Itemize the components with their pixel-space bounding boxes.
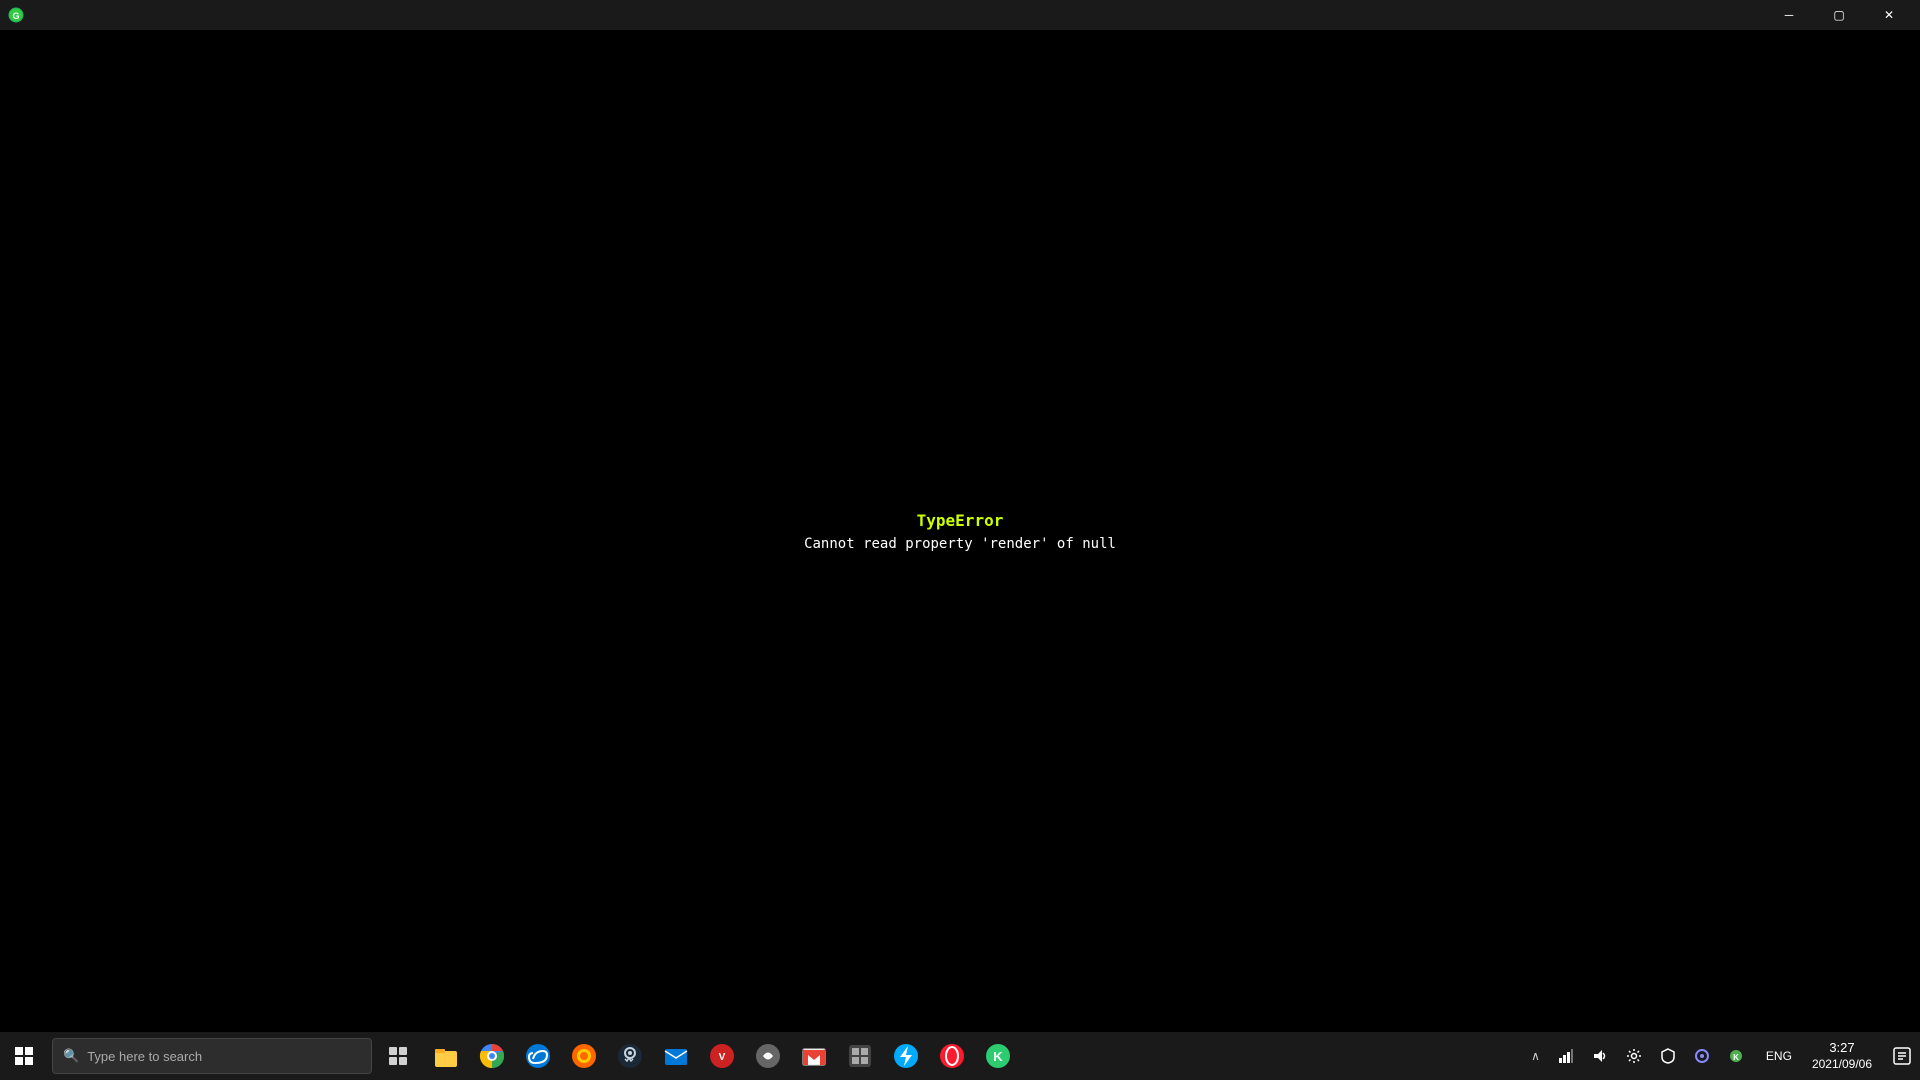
svg-text:V: V: [719, 1052, 726, 1063]
taskbar-icon-app8[interactable]: [746, 1034, 790, 1078]
taskbar-icon-app10[interactable]: [838, 1034, 882, 1078]
windows-icon: [15, 1047, 33, 1065]
clock-area[interactable]: 3:27 2021/09/06: [1800, 1034, 1884, 1078]
lang-text: ENG: [1766, 1049, 1792, 1063]
tray-overflow-button[interactable]: ∧: [1527, 1034, 1544, 1078]
window-controls: ─ ▢ ✕: [1766, 0, 1912, 30]
taskbar-icon-steam[interactable]: [608, 1034, 652, 1078]
title-bar: G ─ ▢ ✕: [0, 0, 1920, 30]
taskbar-icon-protonvpn[interactable]: V: [700, 1034, 744, 1078]
svg-text:K: K: [1733, 1053, 1739, 1062]
clock-date: 2021/09/06: [1812, 1057, 1872, 1073]
error-type-label: TypeError: [804, 511, 1116, 530]
tray-icon-shield[interactable]: [1652, 1034, 1684, 1078]
tray-icon-settings[interactable]: [1618, 1034, 1650, 1078]
taskbar-icon-chrome[interactable]: [470, 1034, 514, 1078]
taskbar-icon-gmail[interactable]: [792, 1034, 836, 1078]
error-message-label: Cannot read property 'render' of null: [804, 536, 1116, 552]
maximize-button[interactable]: ▢: [1816, 0, 1862, 30]
taskbar-icon-edge[interactable]: [516, 1034, 560, 1078]
taskbar-icon-file-explorer[interactable]: [424, 1034, 468, 1078]
search-bar[interactable]: 🔍 Type here to search: [52, 1038, 372, 1074]
search-icon: 🔍: [63, 1048, 79, 1064]
svg-text:K: K: [993, 1049, 1003, 1064]
taskbar-icon-app13[interactable]: K: [976, 1034, 1020, 1078]
close-button[interactable]: ✕: [1866, 0, 1912, 30]
title-bar-left: G: [8, 7, 24, 23]
system-tray: ∧: [1527, 1032, 1920, 1080]
taskbar-icon-mail[interactable]: [654, 1034, 698, 1078]
taskbar: 🔍 Type here to search: [0, 1032, 1920, 1080]
main-content: TypeError Cannot read property 'render' …: [0, 30, 1920, 1032]
clock-time: 3:27: [1829, 1040, 1854, 1057]
tray-icon-app2[interactable]: K: [1720, 1034, 1752, 1078]
taskbar-icons: V: [420, 1034, 1527, 1078]
search-placeholder: Type here to search: [87, 1049, 361, 1064]
tray-icon-network[interactable]: [1550, 1034, 1582, 1078]
tray-icons: K: [1544, 1034, 1758, 1078]
notification-button[interactable]: [1884, 1032, 1920, 1080]
task-view-icon: [388, 1046, 408, 1066]
taskbar-icon-opera[interactable]: [930, 1034, 974, 1078]
app-icon: G: [8, 7, 24, 23]
tray-icon-volume[interactable]: [1584, 1034, 1616, 1078]
task-view-button[interactable]: [376, 1032, 420, 1080]
language-indicator[interactable]: ENG: [1758, 1034, 1800, 1078]
start-button[interactable]: [0, 1032, 48, 1080]
error-container: TypeError Cannot read property 'render' …: [804, 511, 1116, 552]
minimize-button[interactable]: ─: [1766, 0, 1812, 30]
svg-text:G: G: [12, 11, 19, 21]
notification-icon: [1893, 1047, 1911, 1065]
tray-icon-app1[interactable]: [1686, 1034, 1718, 1078]
taskbar-icon-app11[interactable]: [884, 1034, 928, 1078]
taskbar-icon-firefox[interactable]: [562, 1034, 606, 1078]
